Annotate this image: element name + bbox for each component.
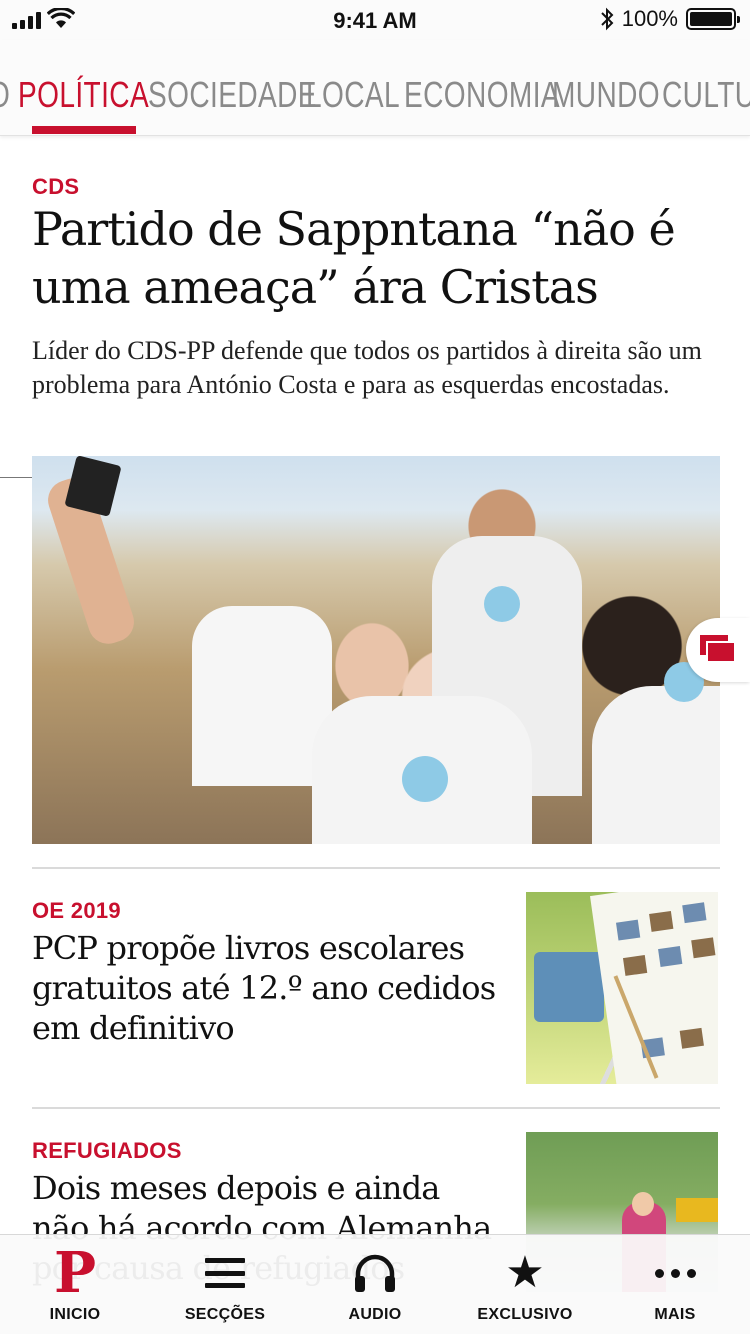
- bluetooth-icon: [601, 7, 614, 31]
- headphones-icon: [355, 1254, 395, 1292]
- lead-photo[interactable]: [32, 456, 720, 844]
- tabbar-label: INICIO: [49, 1306, 101, 1323]
- article-kicker[interactable]: OE 2019: [32, 898, 121, 924]
- lead-headline[interactable]: Partido de Sappntana “não é uma ameaça” …: [32, 200, 722, 316]
- article-headline[interactable]: PCP propõe livros escolares gratuitos at…: [32, 928, 502, 1048]
- star-icon: ★: [505, 1248, 545, 1297]
- tabbar-label: SECÇÕES: [184, 1306, 266, 1323]
- status-bar: 9:41 AM 100%: [0, 0, 750, 40]
- tab-politica[interactable]: POLÍTICA: [18, 74, 149, 116]
- status-right: 100%: [600, 6, 740, 32]
- divider: [32, 1107, 720, 1109]
- article-kicker[interactable]: REFUGIADOS: [32, 1138, 182, 1164]
- photo-gallery-icon[interactable]: [686, 618, 750, 682]
- tab-mundo[interactable]: MUNDO: [552, 74, 660, 116]
- tab-local[interactable]: LOCAL: [306, 74, 400, 116]
- tabbar-inicio[interactable]: P INICIO: [0, 1235, 150, 1334]
- tab-economia[interactable]: ECONOMIA: [404, 74, 560, 116]
- divider: [0, 477, 36, 478]
- tabbar-label: MAIS: [654, 1306, 696, 1323]
- tabbar-audio[interactable]: AUDIO: [300, 1235, 450, 1334]
- section-tabs-row: O POLÍTICA SOCIEDADE LOCAL ECONOMIA MUND…: [0, 74, 750, 116]
- lead-kicker[interactable]: CDS: [32, 174, 79, 200]
- menu-icon: [205, 1258, 245, 1288]
- tabbar-label: EXCLUSIVO: [477, 1306, 573, 1323]
- bottom-tab-bar: P INICIO SECÇÕES AUDIO ★ EXCLUSIVO MAIS: [0, 1234, 750, 1334]
- tab-cultura[interactable]: CULTU: [662, 74, 750, 116]
- section-tabs: O POLÍTICA SOCIEDADE LOCAL ECONOMIA MUND…: [0, 40, 750, 136]
- battery-percentage: 100%: [621, 6, 678, 31]
- battery-icon: [686, 8, 740, 30]
- divider: [32, 867, 720, 869]
- more-icon: [654, 1268, 696, 1278]
- lead-summary[interactable]: Líder do CDS-PP defende que todos os par…: [32, 334, 722, 402]
- tabbar-label: AUDIO: [348, 1306, 402, 1323]
- tabbar-exclusivo[interactable]: ★ EXCLUSIVO: [450, 1235, 600, 1334]
- tabbar-mais[interactable]: MAIS: [600, 1235, 750, 1334]
- tab-prev[interactable]: O: [0, 74, 10, 116]
- tab-sociedade[interactable]: SOCIEDADE: [148, 74, 317, 116]
- active-tab-indicator: [32, 126, 136, 134]
- publico-logo-icon: P: [53, 1240, 97, 1306]
- tabbar-seccoes[interactable]: SECÇÕES: [150, 1235, 300, 1334]
- article-thumbnail[interactable]: [526, 892, 718, 1084]
